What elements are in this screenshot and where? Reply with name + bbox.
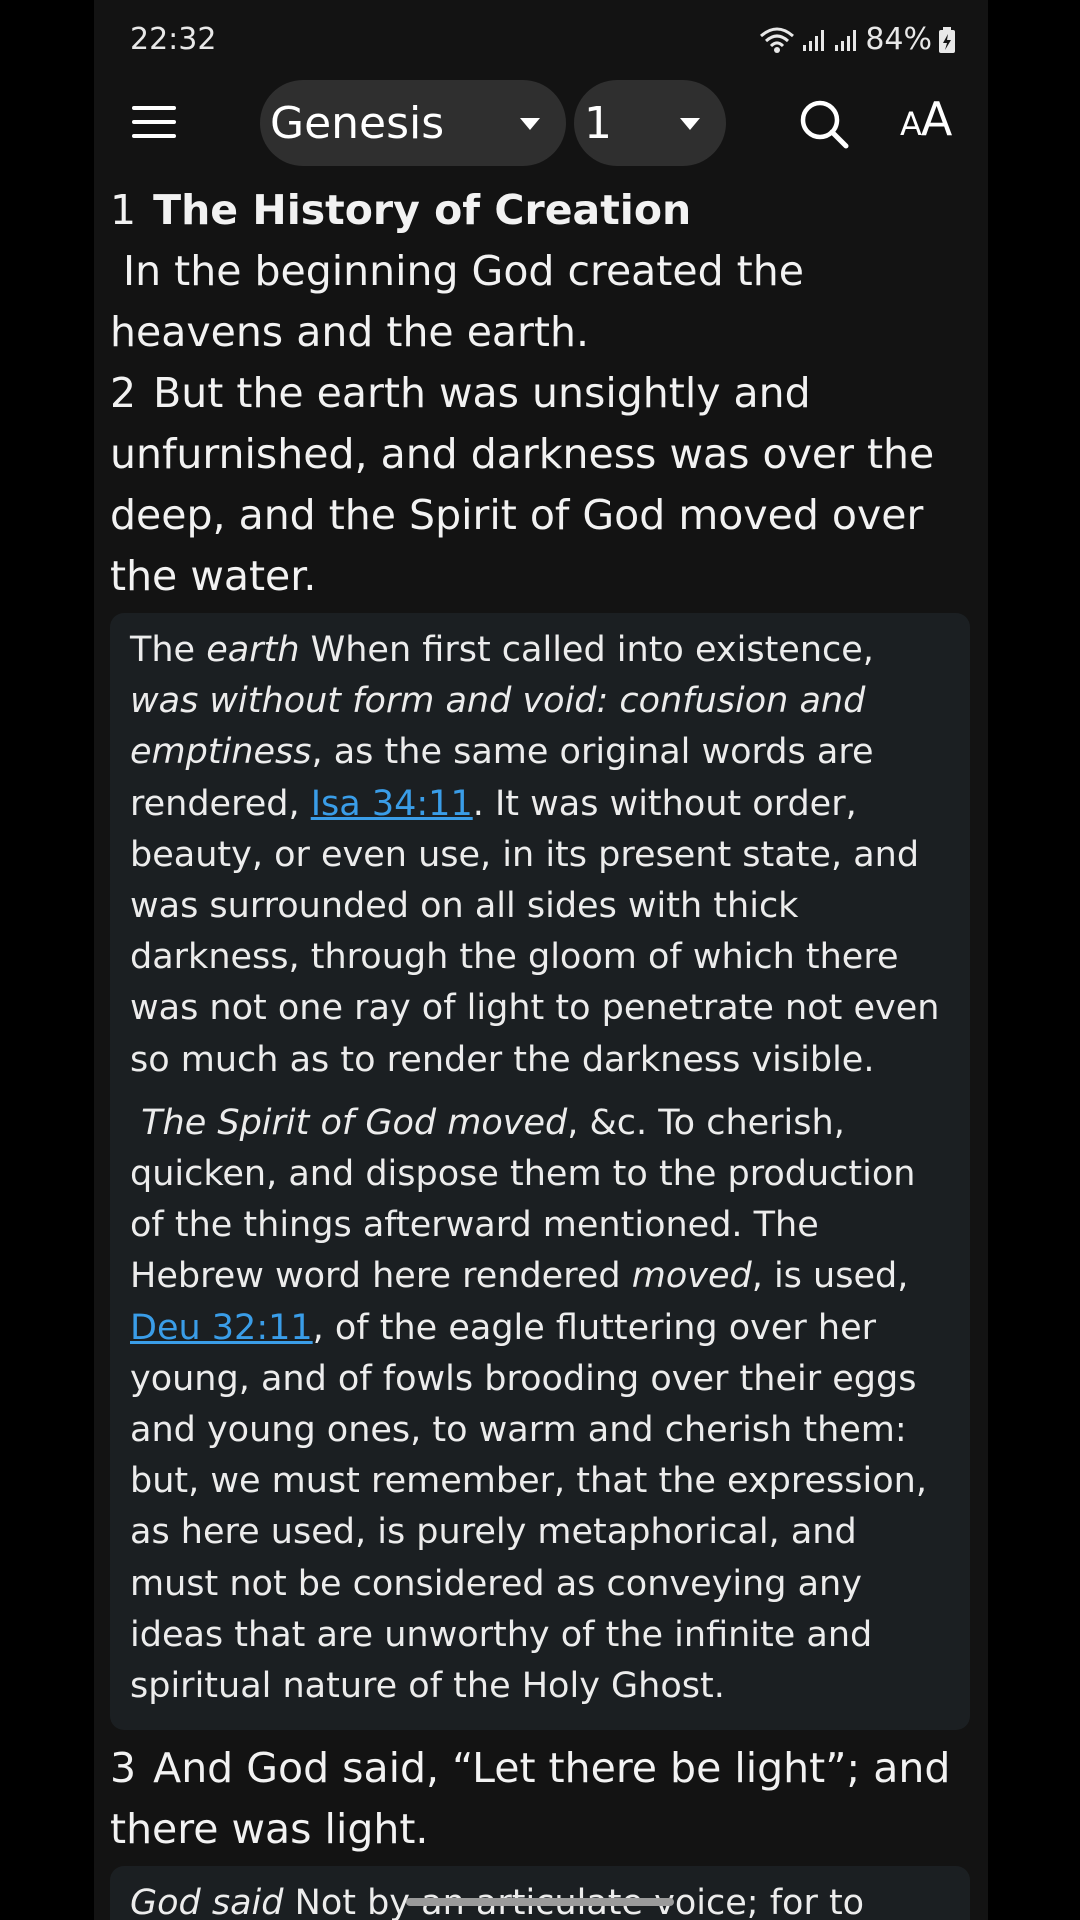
status-bar: 22:32 84% — [94, 0, 988, 78]
app-bar: Genesis 1 AA — [94, 78, 988, 170]
section-heading: The History of Creation — [153, 186, 692, 234]
chapter-selector-label: 1 — [584, 97, 612, 149]
commentary-block: God said Not by an articulate voice; for… — [110, 1866, 970, 1920]
commentary-text: . It was without order, beauty, or even … — [130, 783, 940, 1080]
caret-down-icon — [680, 118, 700, 130]
menu-icon[interactable] — [132, 106, 176, 142]
commentary-emphasis: God said — [130, 1883, 284, 1920]
commentary-emphasis: The Spirit of God moved — [141, 1102, 568, 1143]
status-icons: 84% — [759, 22, 956, 57]
cross-reference-link[interactable]: Deu 32:11 — [130, 1308, 313, 1348]
commentary-text: When first called into existence, — [299, 630, 874, 670]
commentary-paragraph: The earth When first called into existen… — [130, 625, 950, 1086]
battery-percent: 84% — [865, 22, 932, 57]
signal-icon-2 — [835, 29, 857, 51]
book-selector-label: Genesis — [270, 97, 445, 149]
battery-icon — [939, 26, 955, 53]
caret-down-icon — [520, 118, 540, 130]
font-size-large-a: A — [920, 92, 952, 146]
verse-text: But the earth was unsightly and unfurnis… — [110, 369, 935, 600]
verse-2[interactable]: 2 But the earth was unsightly and unfurn… — [110, 363, 970, 607]
commentary-text: , of the eagle fluttering over her young… — [130, 1307, 927, 1707]
verse-3[interactable]: 3 And God said, “Let there be light”; an… — [110, 1738, 970, 1860]
chapter-content: 1 The History of Creation In the beginni… — [110, 180, 970, 1920]
commentary-emphasis: moved — [631, 1256, 752, 1297]
font-size-button[interactable]: AA — [900, 92, 952, 146]
signal-icon — [803, 29, 825, 51]
chapter-selector[interactable]: 1 — [574, 80, 726, 166]
font-size-small-a: A — [900, 105, 922, 143]
commentary-block: The earth When first called into existen… — [110, 613, 970, 1731]
status-time: 22:32 — [130, 22, 217, 57]
commentary-text: The — [130, 630, 207, 670]
app-screen: 22:32 84% Genesis 1 AA 1 The History of … — [94, 0, 988, 1920]
commentary-emphasis: earth — [206, 630, 300, 670]
verse-text: And God said, “Let there be light”; and … — [110, 1744, 951, 1854]
book-selector[interactable]: Genesis — [260, 80, 566, 166]
verse-number: 2 — [110, 369, 137, 417]
wifi-icon — [760, 27, 795, 53]
cross-reference-link[interactable]: Isa 34:11 — [311, 784, 473, 824]
commentary-text: , is used, — [751, 1256, 909, 1297]
verse-1[interactable]: 1 The History of Creation In the beginni… — [110, 180, 970, 363]
verse-number: 1 — [110, 186, 137, 234]
commentary-paragraph: The Spirit of God moved, &c. To cherish,… — [130, 1098, 950, 1712]
home-indicator[interactable] — [406, 1898, 674, 1906]
verse-number: 3 — [110, 1744, 137, 1793]
verse-text: In the beginning God created the heavens… — [110, 247, 804, 356]
search-icon[interactable] — [796, 96, 852, 152]
